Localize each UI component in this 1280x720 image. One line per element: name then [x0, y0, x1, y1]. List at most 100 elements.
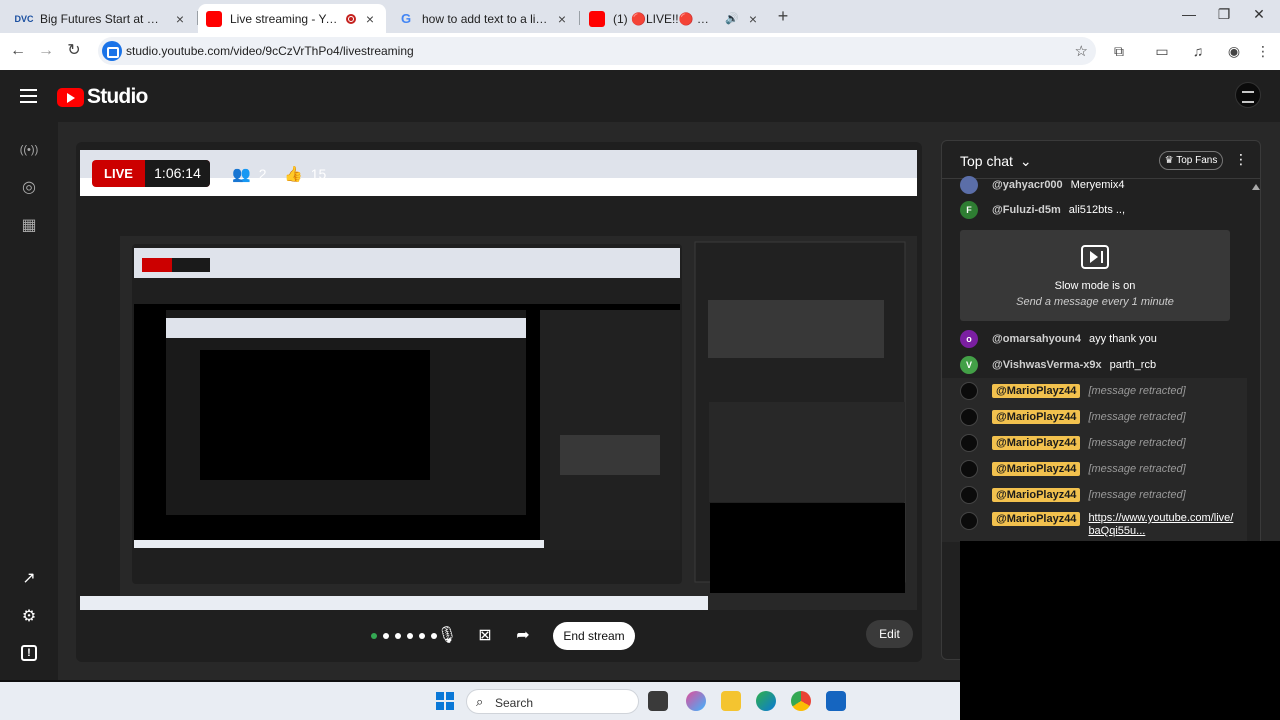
- chat-message[interactable]: @MarioPlayz44 [message retracted]: [942, 378, 1247, 404]
- tab-close-icon[interactable]: ×: [172, 11, 188, 27]
- chat-message[interactable]: @MarioPlayz44 [message retracted]: [942, 430, 1247, 456]
- end-stream-button[interactable]: End stream: [553, 622, 635, 650]
- url-text[interactable]: studio.youtube.com/video/9cCzVrThPo4/liv…: [126, 44, 414, 58]
- tab-dvc[interactable]: DVC Big Futures Start at DVC! | Diab ×: [8, 4, 196, 33]
- tab-close-icon[interactable]: ×: [745, 11, 761, 27]
- youtube-studio-logo[interactable]: Studio: [57, 85, 148, 109]
- account-avatar[interactable]: [1235, 82, 1261, 108]
- chat-username[interactable]: @MarioPlayz44: [992, 384, 1081, 398]
- chat-more-icon[interactable]: ⋮: [1234, 151, 1248, 168]
- chat-username[interactable]: @omarsahyoun4: [992, 333, 1081, 345]
- feedback-icon[interactable]: !: [21, 645, 37, 661]
- tab-close-icon[interactable]: ×: [554, 11, 570, 27]
- dvc-favicon-icon: DVC: [14, 13, 34, 24]
- viewer-count-value: 2: [258, 166, 267, 182]
- like-count-value: 15: [310, 166, 327, 182]
- chat-username[interactable]: @VishwasVerma-x9x: [992, 359, 1102, 371]
- chat-message[interactable]: @MarioPlayz44 [message retracted]: [942, 404, 1247, 430]
- cast-icon[interactable]: ▭: [1153, 42, 1171, 60]
- youtube-favicon-icon: [589, 10, 605, 27]
- thumbs-up-icon: 👍: [284, 166, 303, 183]
- new-tab-button[interactable]: +: [774, 7, 792, 25]
- like-count: 👍 15: [284, 165, 326, 183]
- viewers-icon: 👥: [232, 166, 251, 183]
- tab-live-donate[interactable]: (1) 🔴LIVE!!🔴 💸 DONAT 🔊 ×: [581, 4, 769, 33]
- chrome-icon[interactable]: [791, 691, 811, 711]
- settings-icon[interactable]: ⚙: [19, 607, 39, 627]
- top-fans-button[interactable]: ♛ Top Fans: [1159, 151, 1223, 170]
- chat-username[interactable]: @MarioPlayz44: [992, 512, 1081, 526]
- site-info-icon[interactable]: [102, 41, 122, 61]
- live-status-badge: LIVE 1:06:14: [92, 160, 210, 187]
- chat-message[interactable]: @MarioPlayz44 [message retracted]: [942, 482, 1247, 508]
- hamburger-menu-icon[interactable]: [20, 89, 37, 103]
- chat-mode-dropdown[interactable]: Top chat ⌄: [960, 153, 1032, 170]
- bookmark-star-icon[interactable]: ☆: [1075, 42, 1088, 60]
- popout-icon[interactable]: ↗: [19, 569, 39, 589]
- youtube-favicon-icon: [206, 10, 222, 27]
- profile-icon[interactable]: ◉: [1225, 42, 1243, 60]
- chat-text: ayy thank you: [1088, 333, 1157, 345]
- camera-off-icon[interactable]: ⊠: [474, 625, 496, 647]
- studio-header: Studio: [0, 70, 1280, 122]
- close-window-button[interactable]: ✕: [1236, 6, 1280, 26]
- chat-text: [message retracted]: [1088, 489, 1186, 501]
- tab-title: Live streaming - YouTube S: [230, 11, 342, 26]
- extensions-icon[interactable]: ⧉: [1110, 42, 1128, 60]
- google-favicon-icon: G: [400, 11, 412, 26]
- tab-google-search[interactable]: G how to add text to a live stream ×: [390, 4, 578, 33]
- crown-icon: ♛: [1164, 155, 1177, 166]
- forward-button[interactable]: →: [36, 41, 56, 61]
- camera-icon[interactable]: ◎: [19, 178, 39, 198]
- stream-preview-video[interactable]: [80, 150, 917, 610]
- share-icon[interactable]: ➦: [512, 625, 534, 647]
- live-label: LIVE: [104, 166, 133, 181]
- chat-username[interactable]: @Fuluzi-d5m: [992, 204, 1061, 216]
- chat-text: [message retracted]: [1088, 385, 1186, 397]
- chat-avatar: F: [960, 201, 978, 219]
- chat-title-text: Top chat: [960, 153, 1013, 169]
- tab-close-icon[interactable]: ×: [362, 11, 378, 27]
- edge-icon[interactable]: [756, 691, 776, 711]
- browser-menu-icon[interactable]: ⋮: [1254, 42, 1272, 60]
- viewer-count: 👥 2: [232, 165, 266, 183]
- chat-message[interactable]: @MarioPlayz44 https://www.youtube.com/li…: [942, 508, 1247, 542]
- top-fans-label: Top Fans: [1176, 155, 1218, 166]
- chat-username[interactable]: @MarioPlayz44: [992, 436, 1081, 450]
- m365-icon[interactable]: [686, 691, 706, 711]
- chat-username[interactable]: @yahyacr000: [992, 179, 1063, 191]
- chat-message[interactable]: @yahyacr000 Meryemix4: [942, 172, 1247, 198]
- live-broadcast-icon[interactable]: ((•)): [19, 140, 39, 160]
- calendar-icon[interactable]: ▦: [19, 216, 39, 236]
- audio-playing-icon[interactable]: 🔊: [725, 12, 739, 25]
- studio-logo-text: Studio: [87, 85, 148, 108]
- chat-message[interactable]: o @omarsahyoun4 ayy thank you: [942, 326, 1247, 352]
- stream-duration: 1:06:14: [145, 160, 210, 187]
- chat-message[interactable]: F @Fuluzi-d5m ali512bts ..,: [942, 197, 1247, 223]
- chat-username[interactable]: @MarioPlayz44: [992, 462, 1081, 476]
- file-explorer-icon[interactable]: [721, 691, 741, 711]
- task-view-icon[interactable]: [648, 691, 668, 711]
- taskbar-search[interactable]: ⌕ Search: [466, 689, 639, 714]
- microphone-icon[interactable]: 🎙: [436, 625, 458, 647]
- chat-username[interactable]: @MarioPlayz44: [992, 488, 1081, 502]
- chat-text: [message retracted]: [1088, 411, 1186, 423]
- url-omnibox[interactable]: studio.youtube.com/video/9cCzVrThPo4/liv…: [98, 37, 1096, 65]
- edit-button[interactable]: Edit: [866, 620, 913, 648]
- back-button[interactable]: ←: [8, 41, 28, 61]
- chat-avatar: o: [960, 330, 978, 348]
- chat-message[interactable]: @MarioPlayz44 [message retracted]: [942, 456, 1247, 482]
- media-control-icon[interactable]: ♫: [1189, 42, 1207, 60]
- tab-separator: [579, 11, 580, 25]
- windows-start-icon[interactable]: [436, 692, 454, 710]
- youtube-play-icon: [57, 87, 84, 107]
- chat-message[interactable]: V @VishwasVerma-x9x parth_rcb: [942, 352, 1247, 378]
- chat-link[interactable]: https://www.youtube.com/live/baQqi55u...: [1088, 512, 1238, 538]
- chat-username[interactable]: @MarioPlayz44: [992, 410, 1081, 424]
- chat-avatar: V: [960, 356, 978, 374]
- chat-avatar: [960, 408, 978, 426]
- tab-live-streaming[interactable]: Live streaming - YouTube S ×: [198, 4, 386, 33]
- reload-button[interactable]: ↻: [64, 41, 84, 61]
- app-icon[interactable]: [826, 691, 846, 711]
- windows-taskbar: ⌕ Search: [0, 682, 960, 720]
